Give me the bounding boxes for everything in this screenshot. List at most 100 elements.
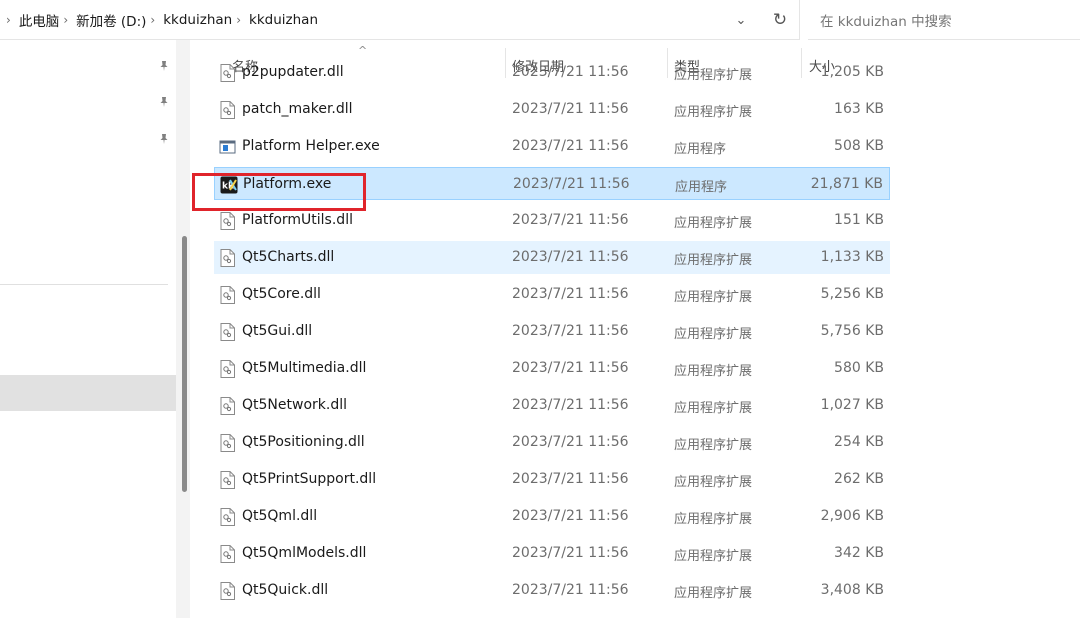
dll-icon xyxy=(219,101,236,119)
breadcrumb-separator: › xyxy=(236,12,242,27)
dll-icon xyxy=(219,212,236,230)
file-type: 应用程序 xyxy=(675,180,728,195)
file-type: 应用程序扩展 xyxy=(674,105,753,120)
file-row[interactable]: Qt5Positioning.dll 2023/7/21 11:56 应用程序扩展 2… xyxy=(214,426,890,459)
file-type: 应用程序扩展 xyxy=(674,512,753,527)
pin-icon[interactable] xyxy=(158,133,172,147)
file-name: PlatformUtils.dll xyxy=(242,212,353,228)
file-row[interactable]: Qt5Charts.dll 2023/7/21 11:56 应用程序扩展 1,133 … xyxy=(214,241,890,274)
pin-icon[interactable] xyxy=(158,60,172,74)
file-type: 应用程序扩展 xyxy=(674,586,753,601)
file-size: 580 KB xyxy=(834,360,884,376)
toolbar: › 此电脑 › 新加卷 (D:) › kkduizhan › kkduizhan… xyxy=(0,0,1080,40)
breadcrumb-kkduizhan-current[interactable]: kkduizhan xyxy=(249,12,318,28)
file-type: 应用程序扩展 xyxy=(674,327,753,342)
file-size: 163 KB xyxy=(834,101,884,117)
chevron-down-icon[interactable]: ⌄ xyxy=(731,10,751,30)
file-name: Qt5Multimedia.dll xyxy=(242,360,367,376)
file-name: Qt5Gui.dll xyxy=(242,323,313,339)
file-row[interactable]: Qt5Gui.dll 2023/7/21 11:56 应用程序扩展 5,756 KB xyxy=(214,315,890,348)
file-type: 应用程序扩展 xyxy=(674,253,753,268)
file-row[interactable]: Qt5PrintSupport.dll 2023/7/21 11:56 应用程序扩展… xyxy=(214,463,890,496)
nav-scrollbar-thumb[interactable] xyxy=(182,236,187,492)
file-name: Platform Helper.exe xyxy=(242,138,380,154)
breadcrumb-this-pc[interactable]: 此电脑 xyxy=(19,10,60,30)
address-bar[interactable]: › 此电脑 › 新加卷 (D:) › kkduizhan › kkduizhan… xyxy=(0,0,800,40)
file-type: 应用程序扩展 xyxy=(674,438,753,453)
file-size: 254 KB xyxy=(834,434,884,450)
nav-divider xyxy=(0,284,168,285)
dll-icon xyxy=(219,434,236,452)
file-name: Qt5QmlModels.dll xyxy=(242,545,367,561)
file-name: Qt5Charts.dll xyxy=(242,249,335,265)
file-size: 1,133 KB xyxy=(820,249,884,265)
breadcrumb-kkduizhan[interactable]: kkduizhan xyxy=(163,12,232,28)
file-row[interactable]: Qt5Qml.dll 2023/7/21 11:56 应用程序扩展 2,906 KB xyxy=(214,500,890,533)
breadcrumb-separator: › xyxy=(6,12,11,27)
dll-icon xyxy=(219,508,236,526)
file-size: 5,756 KB xyxy=(820,323,884,339)
file-modified-date: 2023/7/21 11:56 xyxy=(512,101,629,117)
dll-icon xyxy=(219,545,236,563)
file-modified-date: 2023/7/21 11:56 xyxy=(512,138,629,154)
file-size: 342 KB xyxy=(834,545,884,561)
file-row[interactable]: Platform Helper.exe 2023/7/21 11:56 应用程序 50… xyxy=(214,130,890,163)
file-row[interactable]: Qt5Multimedia.dll 2023/7/21 11:56 应用程序扩展 58… xyxy=(214,352,890,385)
file-row[interactable]: Qt5Network.dll 2023/7/21 11:56 应用程序扩展 1,027… xyxy=(214,389,890,422)
file-name: patch_maker.dll xyxy=(242,101,353,117)
list-bottom-edge xyxy=(176,618,1080,626)
file-modified-date: 2023/7/21 11:56 xyxy=(512,582,629,598)
file-row[interactable]: Qt5Core.dll 2023/7/21 11:56 应用程序扩展 5,256 KB xyxy=(214,278,890,311)
breadcrumb-drive-d[interactable]: 新加卷 (D:) xyxy=(76,10,146,30)
file-modified-date: 2023/7/21 11:56 xyxy=(512,545,629,561)
file-row[interactable]: Qt5Quick.dll 2023/7/21 11:56 应用程序扩展 3,408 K… xyxy=(214,574,890,607)
file-modified-date: 2023/7/21 11:56 xyxy=(512,508,629,524)
file-modified-date: 2023/7/21 11:56 xyxy=(512,64,629,80)
dll-icon xyxy=(219,471,236,489)
file-size: 5,256 KB xyxy=(820,286,884,302)
file-modified-date: 2023/7/21 11:56 xyxy=(512,360,629,376)
file-modified-date: 2023/7/21 11:56 xyxy=(512,212,629,228)
exe-window-icon xyxy=(219,138,236,156)
breadcrumb-separator: › xyxy=(150,12,156,27)
file-type: 应用程序扩展 xyxy=(674,401,753,416)
file-name: Qt5Qml.dll xyxy=(242,508,318,524)
file-type: 应用程序扩展 xyxy=(674,549,753,564)
file-size: 262 KB xyxy=(834,471,884,487)
file-size: 1,205 KB xyxy=(820,64,884,80)
file-modified-date: 2023/7/21 11:56 xyxy=(512,323,629,339)
dll-icon xyxy=(219,360,236,378)
file-modified-date: 2023/7/21 11:56 xyxy=(513,176,630,192)
file-modified-date: 2023/7/21 11:56 xyxy=(512,434,629,450)
file-modified-date: 2023/7/21 11:56 xyxy=(512,249,629,265)
file-type: 应用程序扩展 xyxy=(674,68,753,83)
dll-icon xyxy=(219,286,236,304)
dll-icon xyxy=(219,397,236,415)
file-name: Qt5Positioning.dll xyxy=(242,434,365,450)
file-row[interactable]: patch_maker.dll 2023/7/21 11:56 应用程序扩展 163 … xyxy=(214,93,890,126)
search-box[interactable]: 在 kkduizhan 中搜索 xyxy=(808,0,1080,40)
refresh-icon[interactable]: ↻ xyxy=(768,8,792,32)
file-type: 应用程序扩展 xyxy=(674,216,753,231)
nav-selected-item[interactable] xyxy=(0,375,176,411)
file-size: 1,027 KB xyxy=(820,397,884,413)
file-row[interactable]: p2pupdater.dll 2023/7/21 11:56 应用程序扩展 1,205… xyxy=(214,56,890,89)
file-name: p2pupdater.dll xyxy=(242,64,344,80)
navigation-pane xyxy=(0,40,176,626)
file-size: 151 KB xyxy=(834,212,884,228)
file-type: 应用程序扩展 xyxy=(674,364,753,379)
file-name: Qt5Network.dll xyxy=(242,397,347,413)
file-modified-date: 2023/7/21 11:56 xyxy=(512,286,629,302)
file-name: Qt5PrintSupport.dll xyxy=(242,471,377,487)
breadcrumb-separator: › xyxy=(63,12,69,27)
dll-icon xyxy=(219,323,236,341)
file-size: 3,408 KB xyxy=(820,582,884,598)
search-placeholder[interactable]: 在 kkduizhan 中搜索 xyxy=(820,10,952,30)
highlight-box xyxy=(192,173,366,211)
file-size: 2,906 KB xyxy=(820,508,884,524)
file-list: p2pupdater.dll 2023/7/21 11:56 应用程序扩展 1,205… xyxy=(214,56,890,626)
file-row[interactable]: Qt5QmlModels.dll 2023/7/21 11:56 应用程序扩展 342… xyxy=(214,537,890,570)
dll-icon xyxy=(219,582,236,600)
pin-icon[interactable] xyxy=(158,96,172,110)
file-size: 21,871 KB xyxy=(810,176,883,192)
